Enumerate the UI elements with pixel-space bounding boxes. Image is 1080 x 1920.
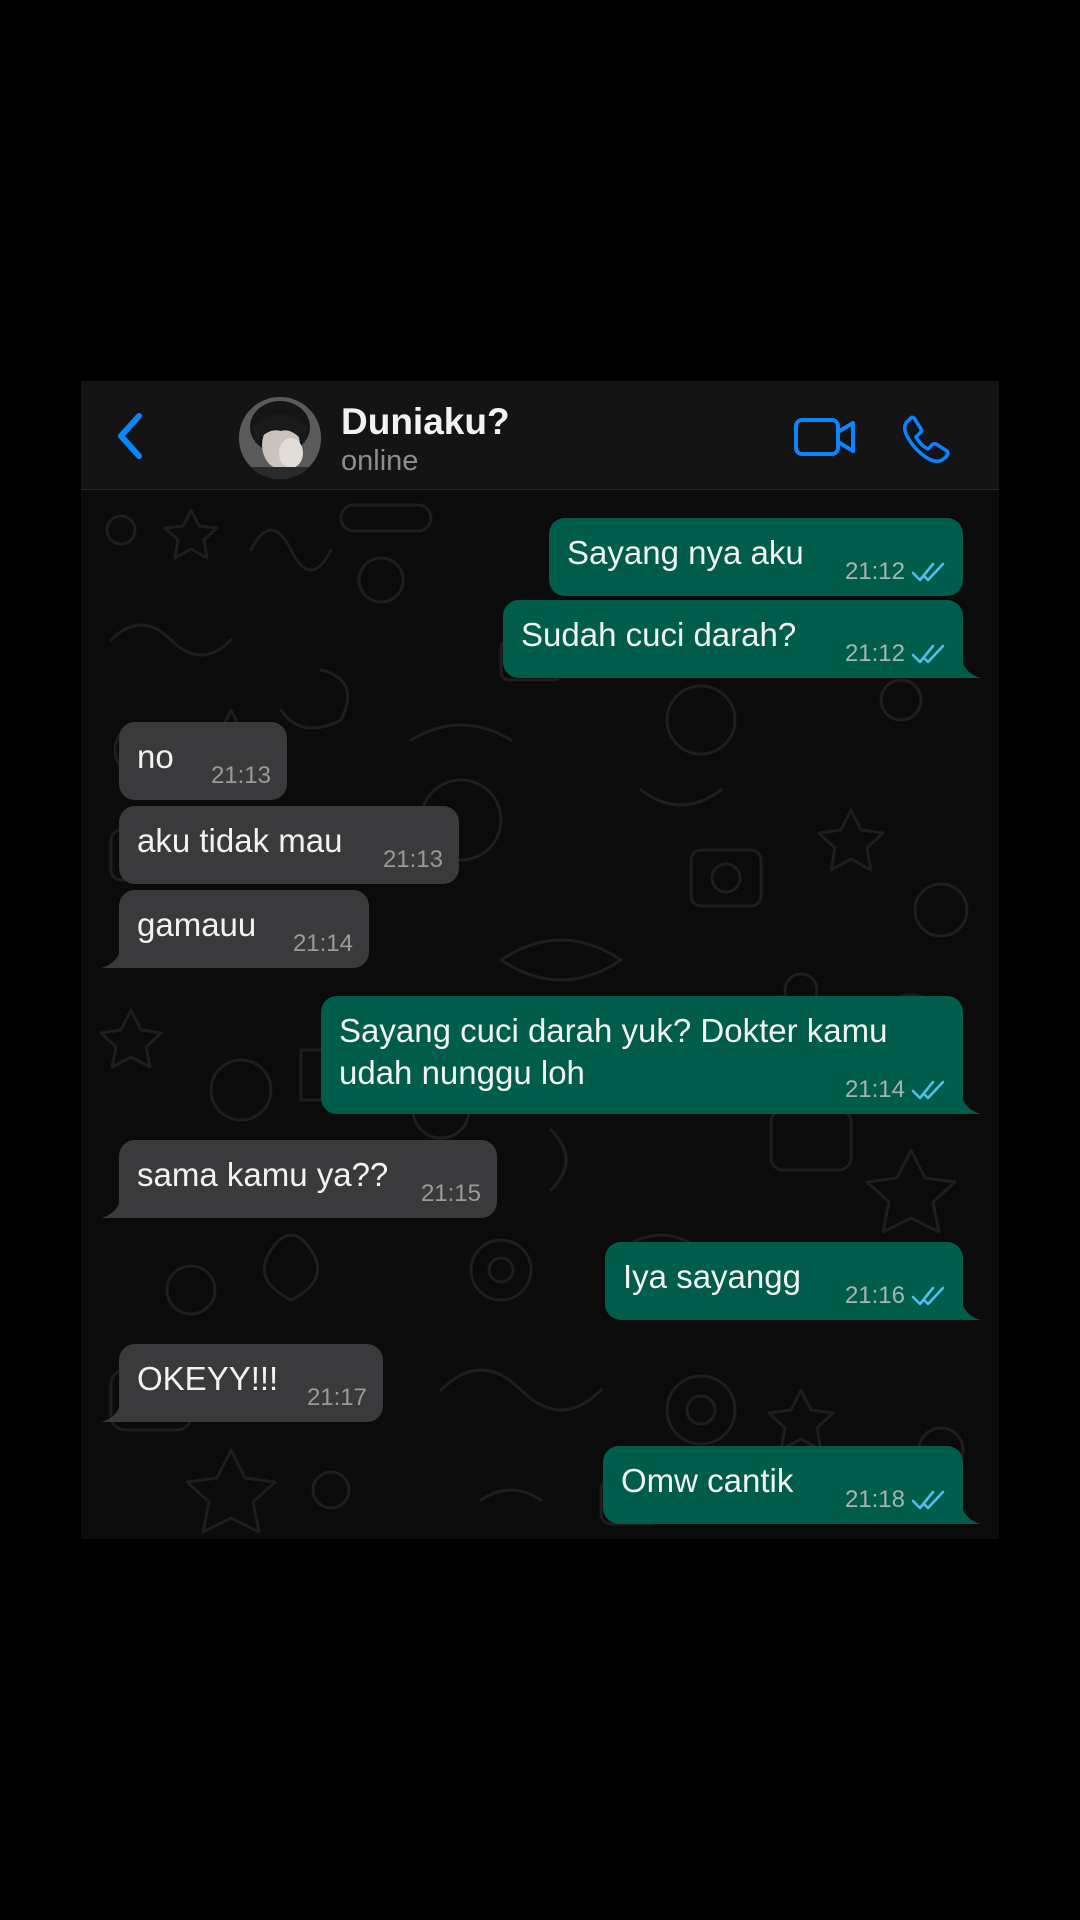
chat-header: Duniaku? online — [81, 381, 999, 490]
message-bubble-outgoing[interactable]: Sudah cuci darah? 21:12 — [503, 600, 963, 678]
bubble-tail — [961, 1504, 981, 1524]
message-text-line: Sayang cuci darah yuk? Dokter kamu — [339, 1012, 888, 1049]
message-text: gamauu — [137, 906, 257, 943]
message-bubble-incoming[interactable]: aku tidak mau 21:13 — [119, 806, 459, 884]
message-bubble-incoming[interactable]: no 21:13 — [119, 722, 287, 800]
message-text: OKEYY!!! — [137, 1360, 279, 1397]
message-list[interactable]: Sayang nya aku 21:12 Sudah cuci darah? 2… — [81, 490, 999, 1539]
message-meta: 21:18 — [845, 1486, 949, 1514]
message-bubble-outgoing[interactable]: Iya sayangg 21:16 — [605, 1242, 963, 1320]
message-meta: 21:16 — [845, 1282, 949, 1310]
message-time: 21:17 — [306, 1384, 367, 1411]
message-text: Iya sayangg — [623, 1258, 801, 1295]
bubble-tail — [961, 1094, 981, 1114]
video-camera-icon[interactable] — [793, 416, 857, 458]
message-text: Omw cantik — [621, 1462, 794, 1499]
message-time: 21:18 — [844, 1486, 905, 1513]
message-meta: 21:15 — [421, 1180, 481, 1208]
double-check-icon — [911, 1080, 945, 1100]
message-time: 21:16 — [844, 1282, 905, 1309]
message-text-line: udah nunggu loh — [339, 1054, 585, 1091]
double-check-icon — [911, 1490, 945, 1510]
message-text: Sayang cuci darah yuk? Dokter kamu udah … — [339, 1010, 887, 1094]
message-text: no — [137, 738, 174, 775]
message-meta: 21:14 — [293, 930, 353, 958]
contact-name[interactable]: Duniaku? — [341, 401, 510, 443]
message-meta: 21:13 — [383, 846, 443, 874]
message-time: 21:15 — [420, 1180, 481, 1207]
message-meta: 21:12 — [845, 640, 949, 668]
contact-status: online — [341, 445, 419, 477]
message-meta: 21:13 — [211, 762, 271, 790]
message-meta: 21:17 — [307, 1384, 367, 1412]
bubble-tail — [101, 1198, 121, 1218]
chat-screen: Duniaku? online Sayang nya aku 21:12 Sud… — [81, 381, 999, 1539]
message-text: aku tidak mau — [137, 822, 343, 859]
message-text: sama kamu ya?? — [137, 1156, 389, 1193]
double-check-icon — [911, 1286, 945, 1306]
avatar-photo — [239, 397, 321, 479]
phone-icon[interactable] — [901, 414, 951, 464]
avatar[interactable] — [239, 397, 321, 479]
message-text: Sayang nya aku — [567, 534, 804, 571]
message-bubble-incoming[interactable]: sama kamu ya?? 21:15 — [119, 1140, 497, 1218]
bubble-tail — [101, 1402, 121, 1422]
message-time: 21:12 — [844, 640, 905, 667]
bubble-tail — [961, 658, 981, 678]
bubble-tail — [961, 1300, 981, 1320]
message-meta: 21:14 — [845, 1076, 949, 1104]
message-bubble-incoming[interactable]: gamauu 21:14 — [119, 890, 369, 968]
message-bubble-outgoing[interactable]: Omw cantik 21:18 — [603, 1446, 963, 1524]
chevron-left-icon[interactable] — [111, 411, 151, 461]
double-check-icon — [911, 644, 945, 664]
message-meta: 21:12 — [845, 558, 949, 586]
double-check-icon — [911, 562, 945, 582]
bubble-tail — [101, 948, 121, 968]
message-time: 21:14 — [292, 930, 353, 957]
message-time: 21:12 — [844, 558, 905, 585]
message-time: 21:13 — [210, 762, 271, 789]
message-text: Sudah cuci darah? — [521, 616, 797, 653]
message-time: 21:13 — [382, 846, 443, 873]
message-time: 21:14 — [844, 1076, 905, 1103]
message-bubble-outgoing[interactable]: Sayang cuci darah yuk? Dokter kamu udah … — [321, 996, 963, 1114]
message-bubble-outgoing[interactable]: Sayang nya aku 21:12 — [549, 518, 963, 596]
message-bubble-incoming[interactable]: OKEYY!!! 21:17 — [119, 1344, 383, 1422]
